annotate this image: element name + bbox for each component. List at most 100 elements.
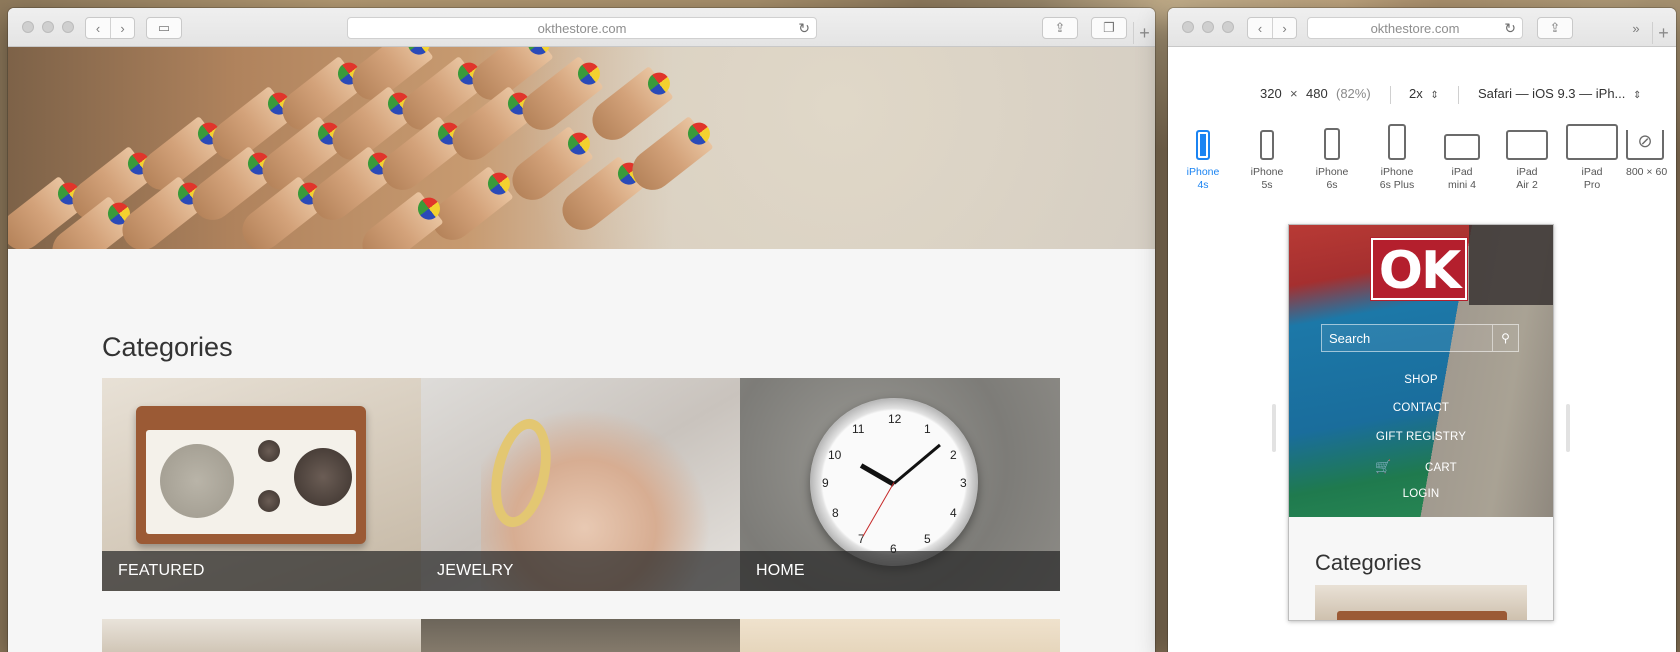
- nav-item-shop[interactable]: SHOP: [1289, 374, 1553, 386]
- device-viewport: OK Search ⚲ SHOP CONTACT GIFT REGISTRY 🛒…: [1288, 224, 1554, 621]
- device-label: iPad: [1516, 166, 1538, 178]
- tabs-icon: ❐: [1103, 20, 1115, 35]
- category-jewelry[interactable]: JEWELRY: [421, 378, 740, 591]
- toolbar: ‹ › ▭ okthestore.com ↻ ⇪ ❐ +: [8, 8, 1155, 47]
- category-label: JEWELRY: [421, 551, 740, 591]
- device-label: iPhone: [1186, 166, 1220, 178]
- window-controls: [22, 21, 74, 33]
- viewport-height[interactable]: 480: [1306, 86, 1328, 101]
- device-label: Air 2: [1516, 179, 1538, 191]
- times-symbol: ×: [1290, 86, 1298, 101]
- categories-heading: Categories: [102, 332, 233, 362]
- pixel-ratio-value: 2x: [1409, 86, 1423, 101]
- mobile-categories-heading: Categories: [1315, 550, 1422, 575]
- new-tab-icon[interactable]: +: [1652, 22, 1674, 44]
- share-icon: ⇪: [1054, 20, 1066, 35]
- category-home[interactable]: 12 1 2 3 4 5 6 7 8 9 10 11 HOME: [740, 378, 1060, 591]
- device-ipad-air-2[interactable]: iPad Air 2: [1499, 130, 1555, 192]
- stepper-icon: ⇕: [1430, 90, 1439, 101]
- device-custom-size[interactable]: ⊘ 800 × 60: [1626, 130, 1676, 179]
- stepper-icon: ⇕: [1633, 90, 1642, 101]
- pixel-ratio-select[interactable]: 2x ⇕: [1409, 86, 1449, 106]
- back-forward-buttons: ‹ ›: [85, 17, 135, 39]
- compass-icon: ⊘: [1626, 130, 1664, 160]
- back-icon[interactable]: ‹: [1248, 18, 1272, 38]
- ipad-icon: [1566, 124, 1618, 160]
- device-iphone-6s[interactable]: iPhone 6s: [1304, 128, 1360, 192]
- new-tab-icon[interactable]: +: [1133, 22, 1155, 44]
- device-iphone-4s[interactable]: iPhone 4s: [1175, 130, 1231, 192]
- search-placeholder: Search: [1329, 331, 1371, 346]
- address-bar[interactable]: okthestore.com ↻: [1307, 17, 1523, 39]
- minimize-button[interactable]: [1202, 21, 1214, 33]
- forward-icon[interactable]: ›: [110, 18, 134, 38]
- overflow-icon[interactable]: »: [1626, 17, 1646, 39]
- device-label: iPad: [1581, 166, 1603, 178]
- forward-icon[interactable]: ›: [1272, 18, 1296, 38]
- sidebar-button[interactable]: ▭: [146, 17, 182, 39]
- resize-handle-left[interactable]: [1272, 404, 1276, 452]
- reload-icon[interactable]: ↻: [1504, 20, 1516, 37]
- user-agent-select[interactable]: Safari — iOS 9.3 — iPh... ⇕: [1478, 86, 1668, 106]
- clock-image: 12 1 2 3 4 5 6 7 8 9 10 11: [810, 398, 978, 566]
- category-label: HOME: [740, 551, 1060, 591]
- category-tile[interactable]: [102, 619, 421, 652]
- address-bar[interactable]: okthestore.com ↻: [347, 17, 817, 39]
- device-label: 4s: [1197, 179, 1209, 191]
- device-iphone-6s-plus[interactable]: iPhone 6s Plus: [1369, 124, 1425, 192]
- url-text: okthestore.com: [537, 20, 627, 36]
- share-button[interactable]: ⇪: [1537, 17, 1573, 39]
- device-label: iPad: [1451, 166, 1473, 178]
- nav-item-cart[interactable]: 🛒 CART: [1309, 459, 1553, 475]
- toolbar: ‹ › okthestore.com ↻ ⇪ » +: [1168, 8, 1676, 47]
- zoom-button[interactable]: [1222, 21, 1234, 33]
- device-label: 6s Plus: [1379, 179, 1415, 191]
- device-list: iPhone 4s iPhone 5s iPhone 6s iPhone 6s …: [1168, 124, 1676, 210]
- search-icon[interactable]: ⚲: [1492, 325, 1518, 351]
- category-label: FEATURED: [102, 551, 421, 591]
- category-tile[interactable]: [740, 619, 1060, 652]
- divider: [1458, 86, 1459, 104]
- iphone-icon: [1388, 124, 1406, 160]
- device-label: Pro: [1583, 179, 1601, 191]
- search-input[interactable]: Search ⚲: [1321, 324, 1519, 352]
- user-agent-value: Safari — iOS 9.3 — iPh...: [1478, 86, 1626, 101]
- iphone-icon: [1324, 128, 1340, 160]
- window-controls: [1182, 21, 1234, 33]
- device-ipad-mini-4[interactable]: iPad mini 4: [1434, 130, 1490, 192]
- reload-icon[interactable]: ↻: [798, 20, 810, 37]
- share-icon: ⇪: [1549, 20, 1561, 35]
- minimize-button[interactable]: [42, 21, 54, 33]
- cart-icon: 🛒: [1375, 459, 1392, 474]
- logo[interactable]: OK: [1371, 238, 1467, 301]
- safari-window-main: ‹ › ▭ okthestore.com ↻ ⇪ ❐ + Categories …: [8, 8, 1155, 652]
- resize-handle-right[interactable]: [1566, 404, 1570, 452]
- device-label: iPhone: [1315, 166, 1349, 178]
- nav-item-login[interactable]: LOGIN: [1289, 488, 1553, 500]
- sidebar-icon: ▭: [157, 20, 171, 35]
- nav-item-gift-registry[interactable]: GIFT REGISTRY: [1289, 431, 1553, 443]
- tabs-button[interactable]: ❐: [1091, 17, 1127, 39]
- radio-image: [136, 406, 366, 544]
- zoom-button[interactable]: [62, 21, 74, 33]
- iphone-icon: [1260, 130, 1274, 160]
- close-button[interactable]: [1182, 21, 1194, 33]
- ipad-icon: [1506, 130, 1548, 160]
- nav-label: CART: [1424, 462, 1457, 474]
- back-icon[interactable]: ‹: [86, 18, 110, 38]
- share-button[interactable]: ⇪: [1042, 17, 1078, 39]
- mobile-category-tile[interactable]: [1315, 585, 1527, 620]
- iphone-icon: [1196, 130, 1210, 160]
- device-ipad-pro[interactable]: iPad Pro: [1564, 124, 1620, 192]
- viewport-width[interactable]: 320: [1260, 86, 1282, 101]
- device-label: 800 × 60: [1626, 166, 1668, 178]
- device-iphone-5s[interactable]: iPhone 5s: [1239, 130, 1295, 192]
- device-label: 6s: [1326, 179, 1338, 191]
- category-featured[interactable]: FEATURED: [102, 378, 421, 591]
- hero-image: [8, 47, 1155, 249]
- nav-item-contact[interactable]: CONTACT: [1289, 402, 1553, 414]
- divider: [1390, 86, 1391, 104]
- category-tile[interactable]: [421, 619, 740, 652]
- safari-window-responsive: ‹ › okthestore.com ↻ ⇪ » + 320 × 480 (82…: [1168, 8, 1676, 652]
- close-button[interactable]: [22, 21, 34, 33]
